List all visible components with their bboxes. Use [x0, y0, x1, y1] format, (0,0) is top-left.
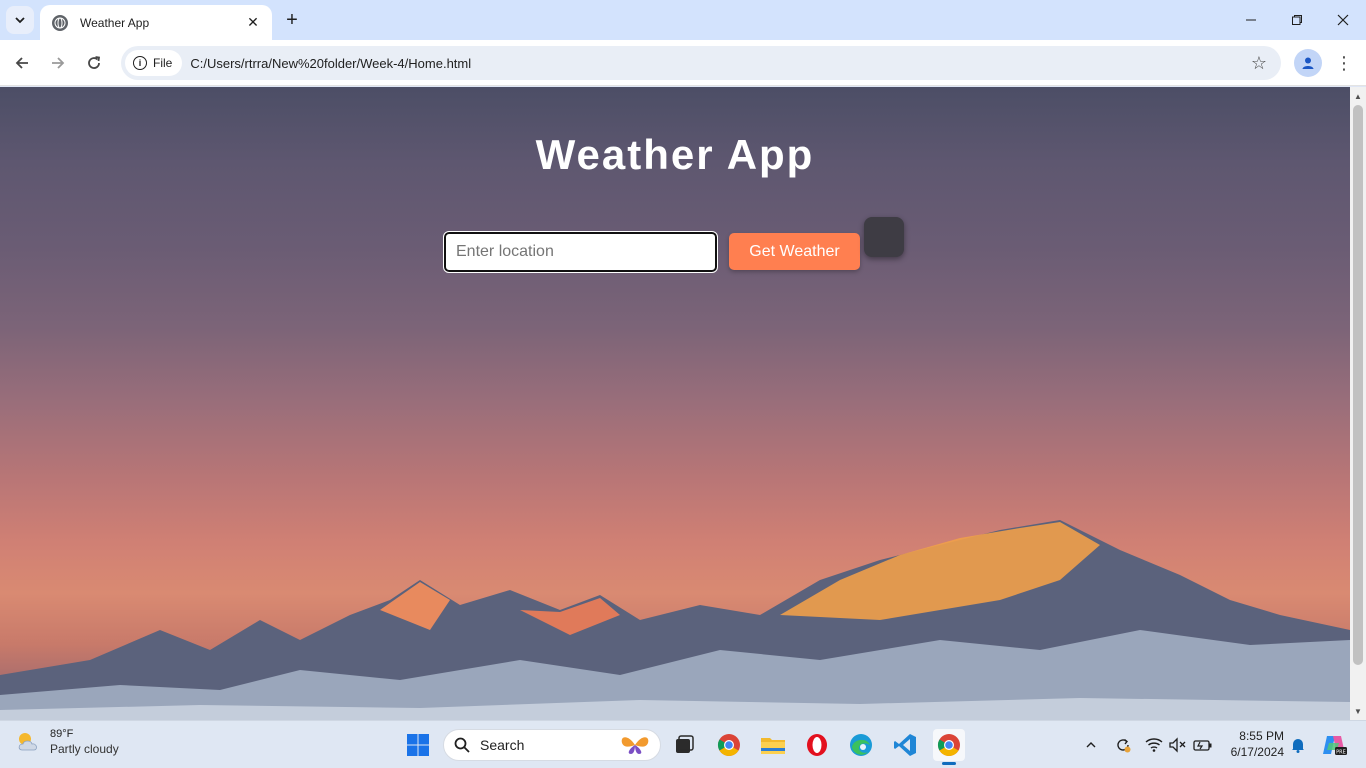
- notifications-button[interactable]: [1288, 721, 1308, 768]
- weather-temperature: 89°F: [50, 728, 74, 740]
- opera-icon: [807, 734, 827, 756]
- close-tab-icon[interactable]: ✕: [244, 14, 262, 32]
- person-icon: [1302, 57, 1314, 69]
- start-button[interactable]: [402, 729, 434, 761]
- windows-logo-icon: [407, 734, 429, 756]
- scroll-down-icon[interactable]: ▼: [1350, 703, 1366, 719]
- bell-icon: [1292, 739, 1304, 753]
- chevron-down-icon: [15, 17, 25, 24]
- vscode-taskbar-button[interactable]: [889, 729, 921, 761]
- globe-icon: [52, 14, 68, 31]
- chrome-taskbar-button[interactable]: [713, 729, 745, 761]
- arrow-left-icon: [15, 57, 28, 69]
- tab-title: Weather App: [80, 15, 150, 30]
- sync-icon: [1117, 738, 1131, 753]
- new-tab-button[interactable]: +: [280, 8, 304, 32]
- file-explorer-button[interactable]: [757, 729, 789, 761]
- sync-tray-button[interactable]: [1112, 721, 1134, 768]
- back-button[interactable]: [7, 48, 37, 78]
- opera-taskbar-button[interactable]: [801, 729, 833, 761]
- task-view-button[interactable]: [668, 729, 700, 761]
- arrow-right-icon: [52, 57, 65, 69]
- reload-button[interactable]: [79, 48, 109, 78]
- more-menu-icon[interactable]: ⋮: [1331, 48, 1357, 78]
- chrome-icon: [938, 734, 960, 756]
- copilot-icon: PRE: [1323, 736, 1347, 756]
- bookmark-star-icon[interactable]: ☆: [1251, 53, 1267, 74]
- butterfly-icon: [621, 737, 649, 754]
- restore-button[interactable]: [1274, 0, 1320, 40]
- site-info-chip[interactable]: i File: [125, 50, 183, 76]
- reload-icon: [88, 56, 101, 69]
- vscode-icon: [894, 734, 916, 756]
- chevron-up-icon: [1086, 742, 1096, 748]
- page-viewport: Weather App Get Weather: [0, 87, 1350, 720]
- minimize-icon: [1246, 19, 1256, 21]
- copilot-button[interactable]: PRE: [1318, 721, 1350, 768]
- task-view-icon: [676, 735, 694, 753]
- close-window-button[interactable]: [1320, 0, 1366, 40]
- restore-icon: [1292, 15, 1302, 25]
- close-icon: [1337, 14, 1349, 26]
- theme-toggle-box[interactable]: [864, 217, 904, 257]
- url-text[interactable]: C:/Users/rtrra/New%20folder/Week-4/Home.…: [190, 56, 471, 71]
- battery-tray-button[interactable]: [1192, 721, 1214, 768]
- taskbar-search[interactable]: Search: [443, 729, 661, 761]
- volume-tray-button[interactable]: [1168, 721, 1188, 768]
- site-chip-label: File: [153, 56, 173, 70]
- scroll-up-icon[interactable]: ▲: [1350, 88, 1366, 104]
- get-weather-button[interactable]: Get Weather: [729, 233, 860, 270]
- active-indicator: [942, 762, 956, 765]
- folder-icon: [761, 738, 785, 754]
- weather-widget[interactable]: 89°F Partly cloudy: [14, 727, 119, 757]
- page-scrollbar[interactable]: ▲ ▼: [1350, 87, 1366, 720]
- show-hidden-icons-button[interactable]: [1080, 721, 1102, 768]
- volume-muted-icon: [1169, 737, 1186, 753]
- taskbar-clock[interactable]: 8:55 PM 6/17/2024: [1226, 728, 1284, 760]
- partly-cloudy-icon: [14, 728, 42, 756]
- tab-search-button[interactable]: [6, 6, 34, 34]
- battery-icon: [1193, 740, 1212, 751]
- search-icon: [454, 737, 470, 753]
- forward-button[interactable]: [43, 48, 73, 78]
- clock-time: 8:55 PM: [1239, 729, 1284, 743]
- weather-condition: Partly cloudy: [50, 742, 119, 756]
- chrome-active-taskbar-button[interactable]: [933, 729, 965, 765]
- address-bar[interactable]: i File C:/Users/rtrra/New%20folder/Week-…: [121, 46, 1281, 80]
- profile-avatar[interactable]: [1294, 49, 1322, 77]
- wifi-icon: [1145, 738, 1163, 752]
- tab-strip: Weather App ✕ +: [0, 0, 1366, 40]
- info-icon: i: [133, 56, 147, 70]
- clock-date: 6/17/2024: [1230, 745, 1284, 759]
- edge-taskbar-button[interactable]: [845, 729, 877, 761]
- scroll-thumb[interactable]: [1353, 105, 1363, 665]
- svg-text:PRE: PRE: [1336, 750, 1346, 756]
- browser-toolbar: i File C:/Users/rtrra/New%20folder/Week-…: [0, 40, 1366, 86]
- page-title: Weather App: [535, 131, 815, 178]
- location-input[interactable]: [443, 231, 718, 273]
- search-label: Search: [480, 737, 525, 753]
- tab-weather-app[interactable]: Weather App ✕: [40, 5, 272, 40]
- wifi-tray-button[interactable]: [1144, 721, 1164, 768]
- windows-taskbar: 89°F Partly cloudy Search 8:55 PM 6/17/2…: [0, 720, 1366, 768]
- minimize-button[interactable]: [1228, 0, 1274, 40]
- mountain-background: [0, 520, 1350, 720]
- chrome-icon: [718, 734, 740, 756]
- edge-icon: [850, 734, 872, 756]
